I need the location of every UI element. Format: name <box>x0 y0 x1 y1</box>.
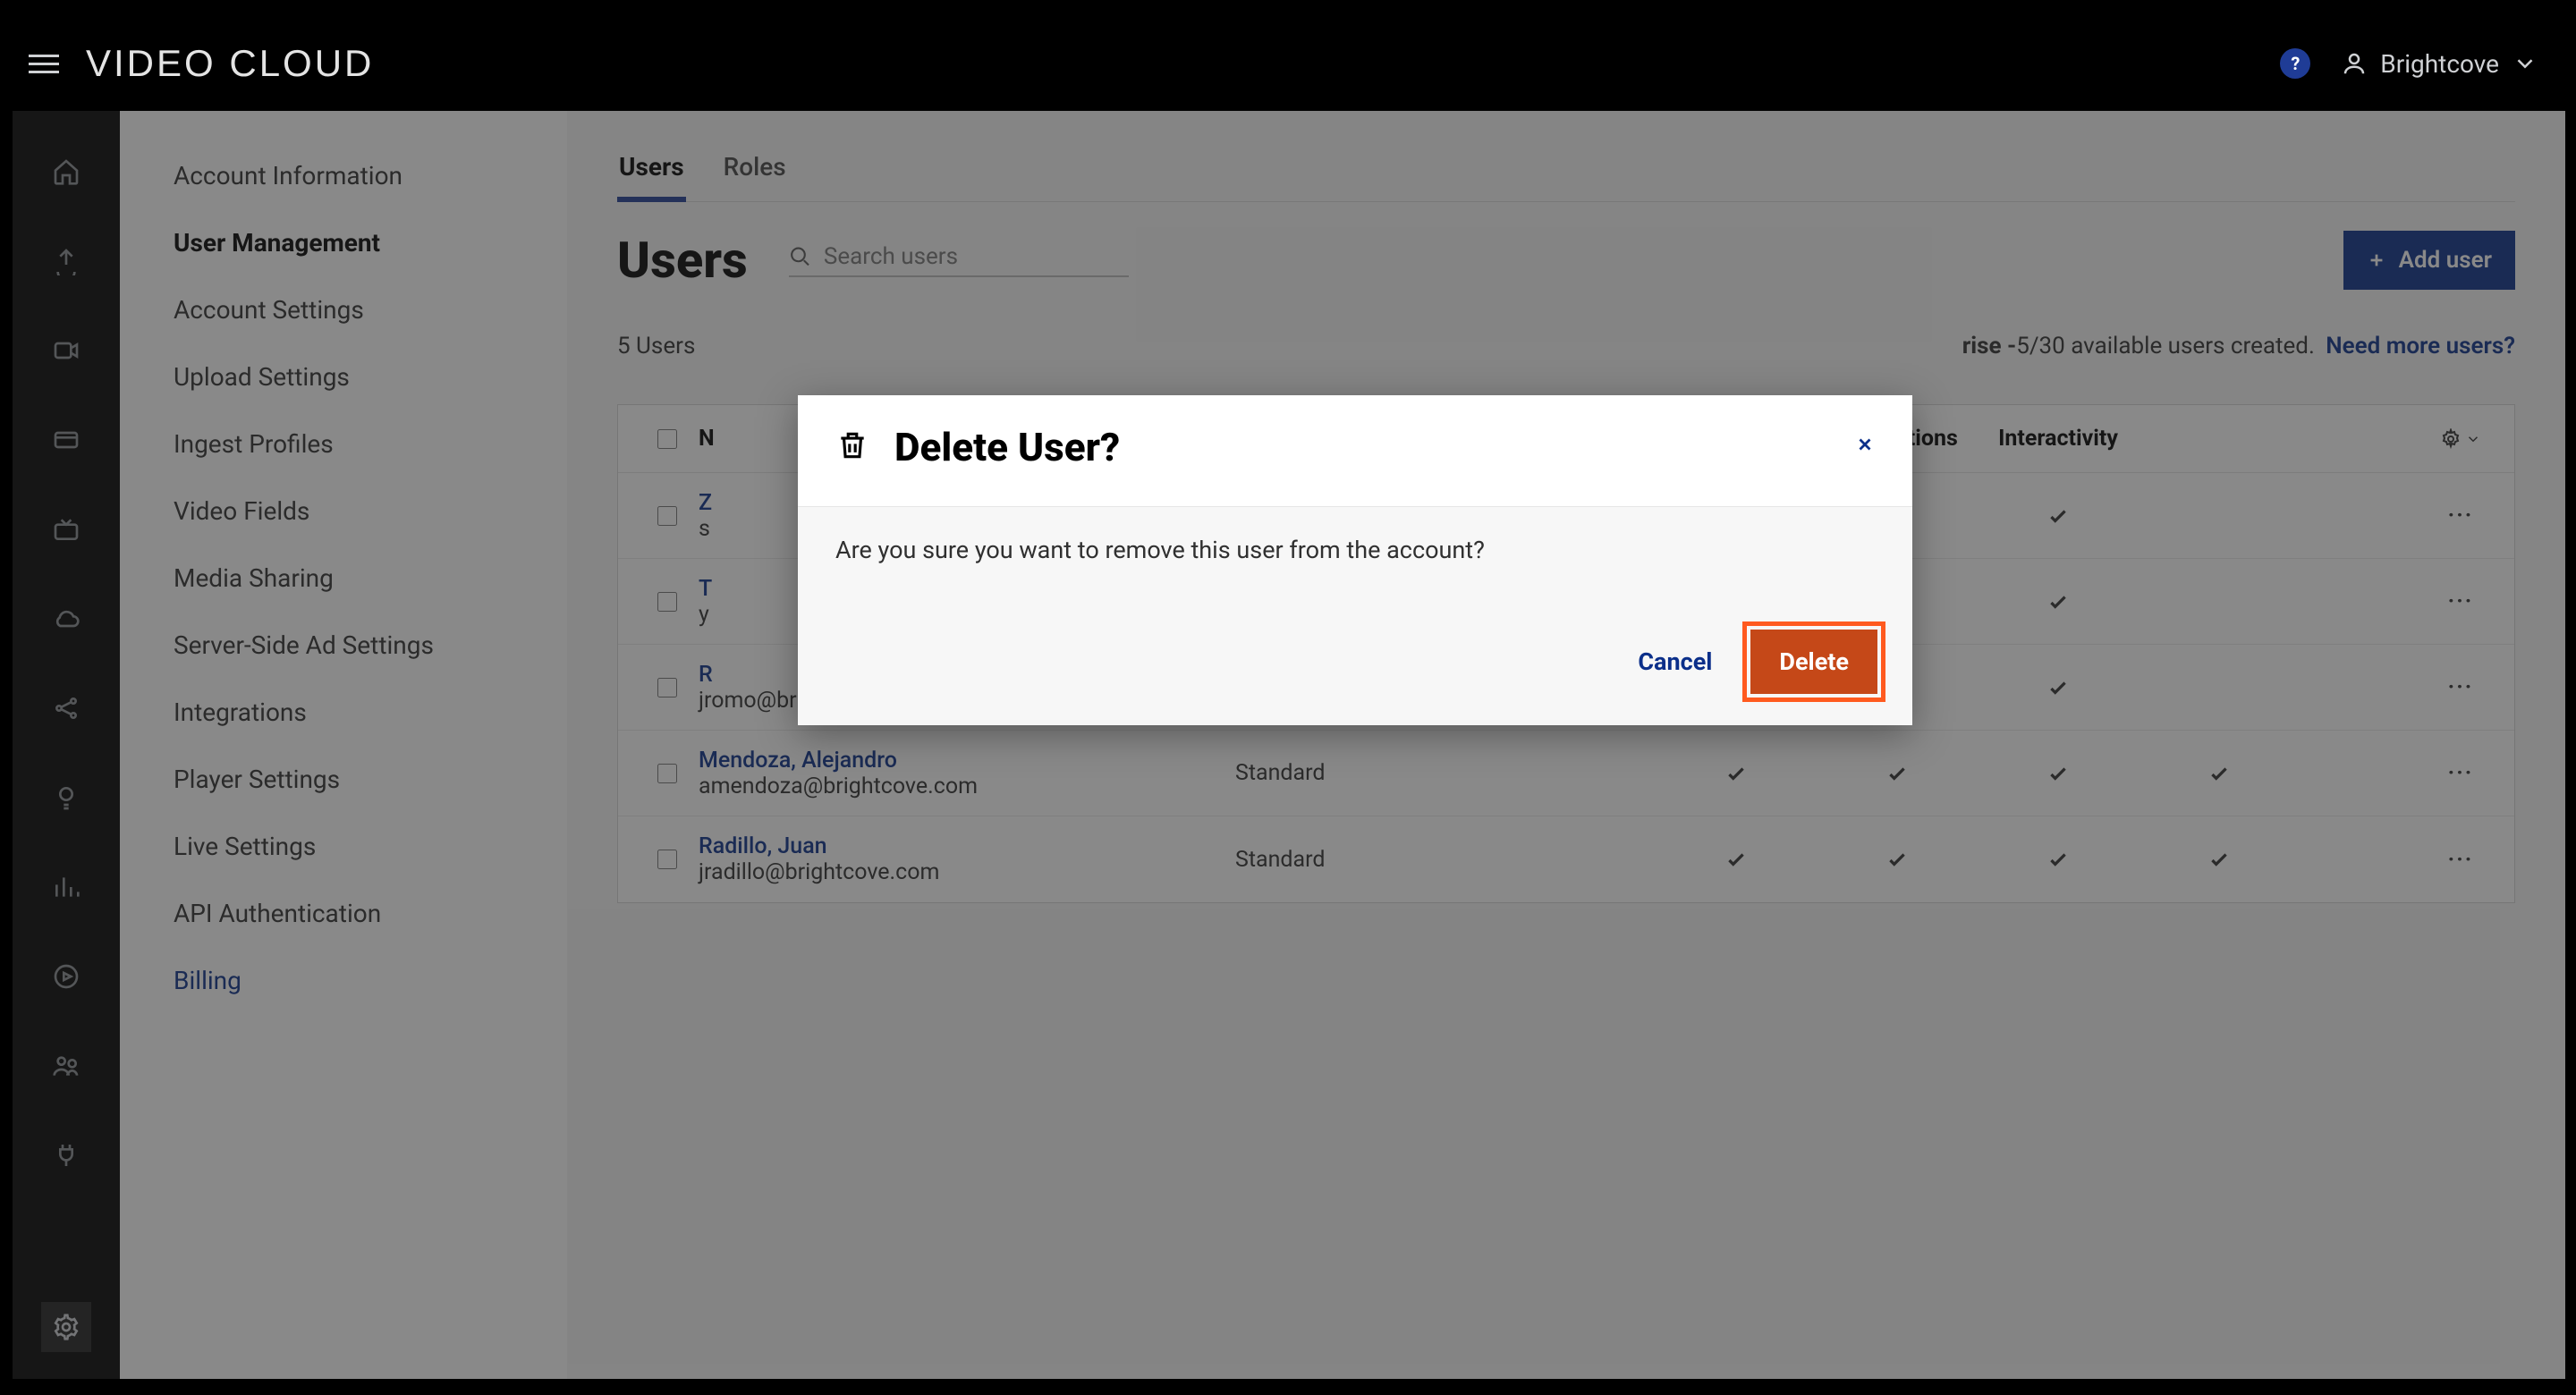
cancel-button[interactable]: Cancel <box>1638 647 1712 676</box>
user-icon <box>2341 50 2368 77</box>
profile-name: Brightcove <box>2380 49 2499 79</box>
modal-close-button[interactable] <box>1855 435 1875 460</box>
modal-title: Delete User? <box>894 424 1120 470</box>
delete-user-modal: Delete User? Are you sure you want to re… <box>798 395 1912 725</box>
chevron-down-icon <box>2512 50 2538 77</box>
profile-menu[interactable]: Brightcove <box>2341 49 2538 79</box>
app-header: VIDEO CLOUD ? Brightcove <box>13 16 2565 111</box>
hamburger-icon[interactable] <box>29 48 59 79</box>
close-icon <box>1855 435 1875 454</box>
app-logo: VIDEO CLOUD <box>86 42 374 85</box>
trash-icon <box>835 428 869 466</box>
delete-button[interactable]: Delete <box>1750 630 1877 694</box>
delete-button-highlight: Delete <box>1742 621 1885 702</box>
modal-overlay[interactable] <box>13 111 2565 1379</box>
help-icon[interactable]: ? <box>2280 48 2310 79</box>
